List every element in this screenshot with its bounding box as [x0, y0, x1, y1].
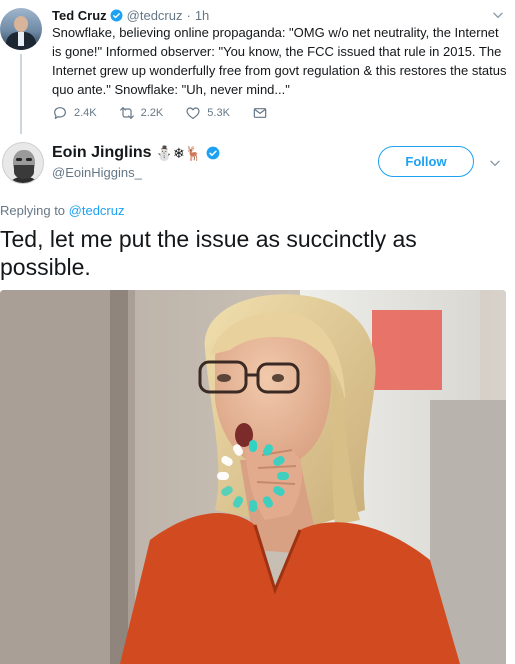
follow-button[interactable]: Follow: [378, 146, 474, 177]
eoin-jinglins-avatar[interactable]: [2, 142, 44, 184]
like-count: 5.3K: [207, 107, 230, 119]
tweet-text: Ted, let me put the issue as succinctly …: [0, 226, 417, 280]
reply-count: 2.4K: [74, 107, 97, 119]
chevron-down-icon[interactable]: [488, 156, 502, 170]
parent-tweet[interactable]: Ted Cruz @tedcruz · 1h Snowflake, believ…: [0, 0, 515, 135]
verified-badge-icon: [206, 146, 220, 160]
retweet-count: 2.2K: [140, 107, 164, 119]
tweet-media-video[interactable]: [0, 290, 506, 664]
like-icon: [186, 107, 200, 119]
reply-button[interactable]: 2.4K: [52, 105, 97, 121]
like-button[interactable]: 5.3K: [185, 105, 230, 121]
loading-spinner-icon: [215, 438, 291, 514]
replying-to: Replying to @tedcruz: [0, 203, 124, 218]
parent-tweet-header: Ted Cruz @tedcruz · 1h: [52, 6, 209, 24]
ted-cruz-avatar[interactable]: [0, 8, 42, 50]
tweet-author-name[interactable]: Eoin Jinglins: [52, 144, 152, 162]
direct-message-button[interactable]: [252, 105, 274, 121]
replying-prefix: Replying to: [0, 203, 69, 218]
separator-dot: ·: [186, 7, 191, 23]
name-emojis: ⛄❄🦌: [155, 145, 203, 161]
parent-tweet-actions: 2.4K 2.2K 5.3K: [52, 104, 296, 122]
retweet-icon: [119, 107, 134, 119]
parent-author-handle[interactable]: @tedcruz: [127, 8, 183, 23]
message-icon: [253, 108, 267, 118]
parent-timestamp[interactable]: 1h: [195, 8, 209, 23]
tweet-author-row: Eoin Jinglins ⛄❄🦌: [52, 143, 220, 163]
verified-badge-icon: [110, 9, 123, 21]
chevron-down-icon[interactable]: [491, 8, 505, 22]
parent-tweet-text: Snowflake, believing online propaganda: …: [52, 25, 507, 97]
reply-icon: [54, 107, 66, 119]
parent-author-name[interactable]: Ted Cruz: [52, 8, 107, 23]
tweet-author-handle[interactable]: @EoinHiggins_: [52, 165, 142, 180]
retweet-button[interactable]: 2.2K: [119, 105, 164, 121]
replying-to-handle[interactable]: @tedcruz: [69, 203, 125, 218]
thread-connector: [20, 54, 22, 134]
